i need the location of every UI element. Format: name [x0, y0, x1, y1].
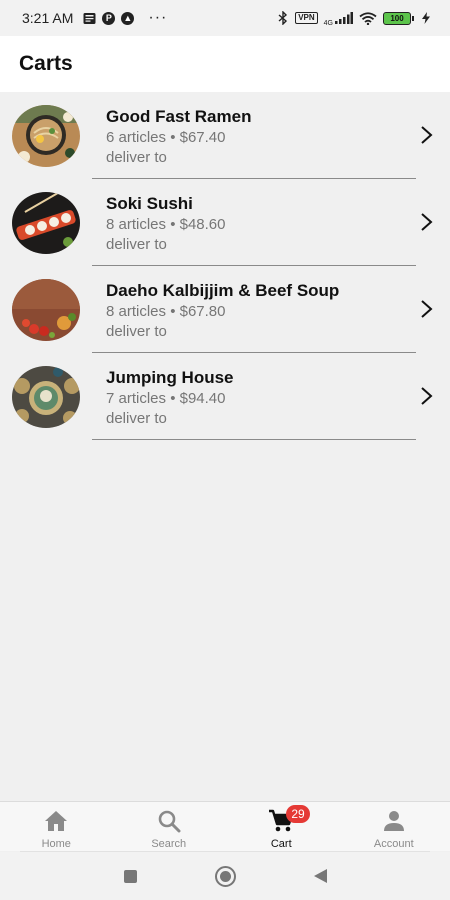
- restaurant-image: [12, 192, 80, 254]
- nav-cart[interactable]: 29 Cart: [225, 802, 338, 851]
- nav-arrow-icon: ▲: [121, 11, 135, 25]
- deliver-to-label: deliver to: [106, 410, 167, 427]
- home-icon: [43, 808, 69, 834]
- deliver-to-label: deliver to: [106, 323, 167, 340]
- chevron-right-icon[interactable]: [420, 125, 434, 145]
- row-divider: [92, 439, 416, 440]
- signal-icon: [335, 12, 353, 25]
- nav-label: Account: [373, 838, 414, 850]
- restaurant-name: Good Fast Ramen: [106, 107, 252, 126]
- cart-summary: 8 articles • $48.60: [106, 216, 226, 233]
- nav-label: Search: [151, 838, 187, 850]
- cart-summary: 7 articles • $94.40: [106, 390, 226, 407]
- wifi-icon: [359, 11, 377, 25]
- chevron-right-icon[interactable]: [420, 386, 434, 406]
- nav-label: Home: [41, 838, 71, 850]
- cart-row-good-fast-ramen[interactable]: Good Fast Ramen 6 articles • $67.40 deli…: [0, 92, 450, 179]
- page-title: Carts: [19, 52, 73, 75]
- more-dots-icon: ···: [148, 9, 168, 26]
- bottom-nav: Home Search 29 Cart Account: [0, 801, 450, 851]
- restaurant-image: [12, 105, 80, 167]
- battery-icon: 100: [383, 11, 414, 25]
- restaurant-name: Soki Sushi: [106, 194, 193, 213]
- deliver-to-label: deliver to: [106, 236, 167, 253]
- cart-list: Good Fast Ramen 6 articles • $67.40 deli…: [0, 92, 450, 440]
- chevron-right-icon[interactable]: [420, 212, 434, 232]
- cart-row-daeho-kalbijjim[interactable]: Daeho Kalbijjim & Beef Soup 8 articles •…: [0, 266, 450, 353]
- cart-row-jumping-house[interactable]: Jumping House 7 articles • $94.40 delive…: [0, 353, 450, 440]
- app-bar: Carts: [0, 36, 450, 92]
- cart-summary: 6 articles • $67.40: [106, 129, 226, 146]
- cart-summary: 8 articles • $67.80: [106, 303, 226, 320]
- recent-apps-icon[interactable]: [123, 869, 137, 883]
- status-bar: 3:21 AM P ▲ ··· VPN 4G 100: [0, 0, 450, 36]
- nav-search[interactable]: Search: [113, 802, 226, 851]
- chevron-right-icon[interactable]: [420, 299, 434, 319]
- home-button-icon[interactable]: [214, 865, 236, 887]
- nav-label: Cart: [270, 838, 292, 850]
- search-icon: [156, 808, 182, 834]
- status-time: 3:21 AM: [22, 10, 74, 26]
- restaurant-image: [12, 366, 80, 428]
- vpn-indicator: VPN: [295, 12, 318, 24]
- back-icon[interactable]: [313, 869, 327, 883]
- cart-row-soki-sushi[interactable]: Soki Sushi 8 articles • $48.60 deliver t…: [0, 179, 450, 266]
- deliver-to-label: deliver to: [106, 149, 167, 166]
- restaurant-name: Jumping House: [106, 368, 234, 387]
- network-type: 4G: [323, 19, 333, 27]
- restaurant-name: Daeho Kalbijjim & Beef Soup: [106, 281, 340, 300]
- restaurant-image: [12, 279, 80, 341]
- nav-home[interactable]: Home: [0, 802, 113, 851]
- account-icon: [381, 808, 407, 834]
- app-icon: P: [102, 11, 116, 25]
- system-nav-bar: [0, 852, 450, 900]
- bluetooth-icon: [276, 11, 289, 25]
- charging-icon: [419, 12, 432, 25]
- news-icon: [83, 12, 96, 25]
- cart-count-badge: 29: [286, 805, 310, 823]
- nav-account[interactable]: Account: [338, 802, 450, 851]
